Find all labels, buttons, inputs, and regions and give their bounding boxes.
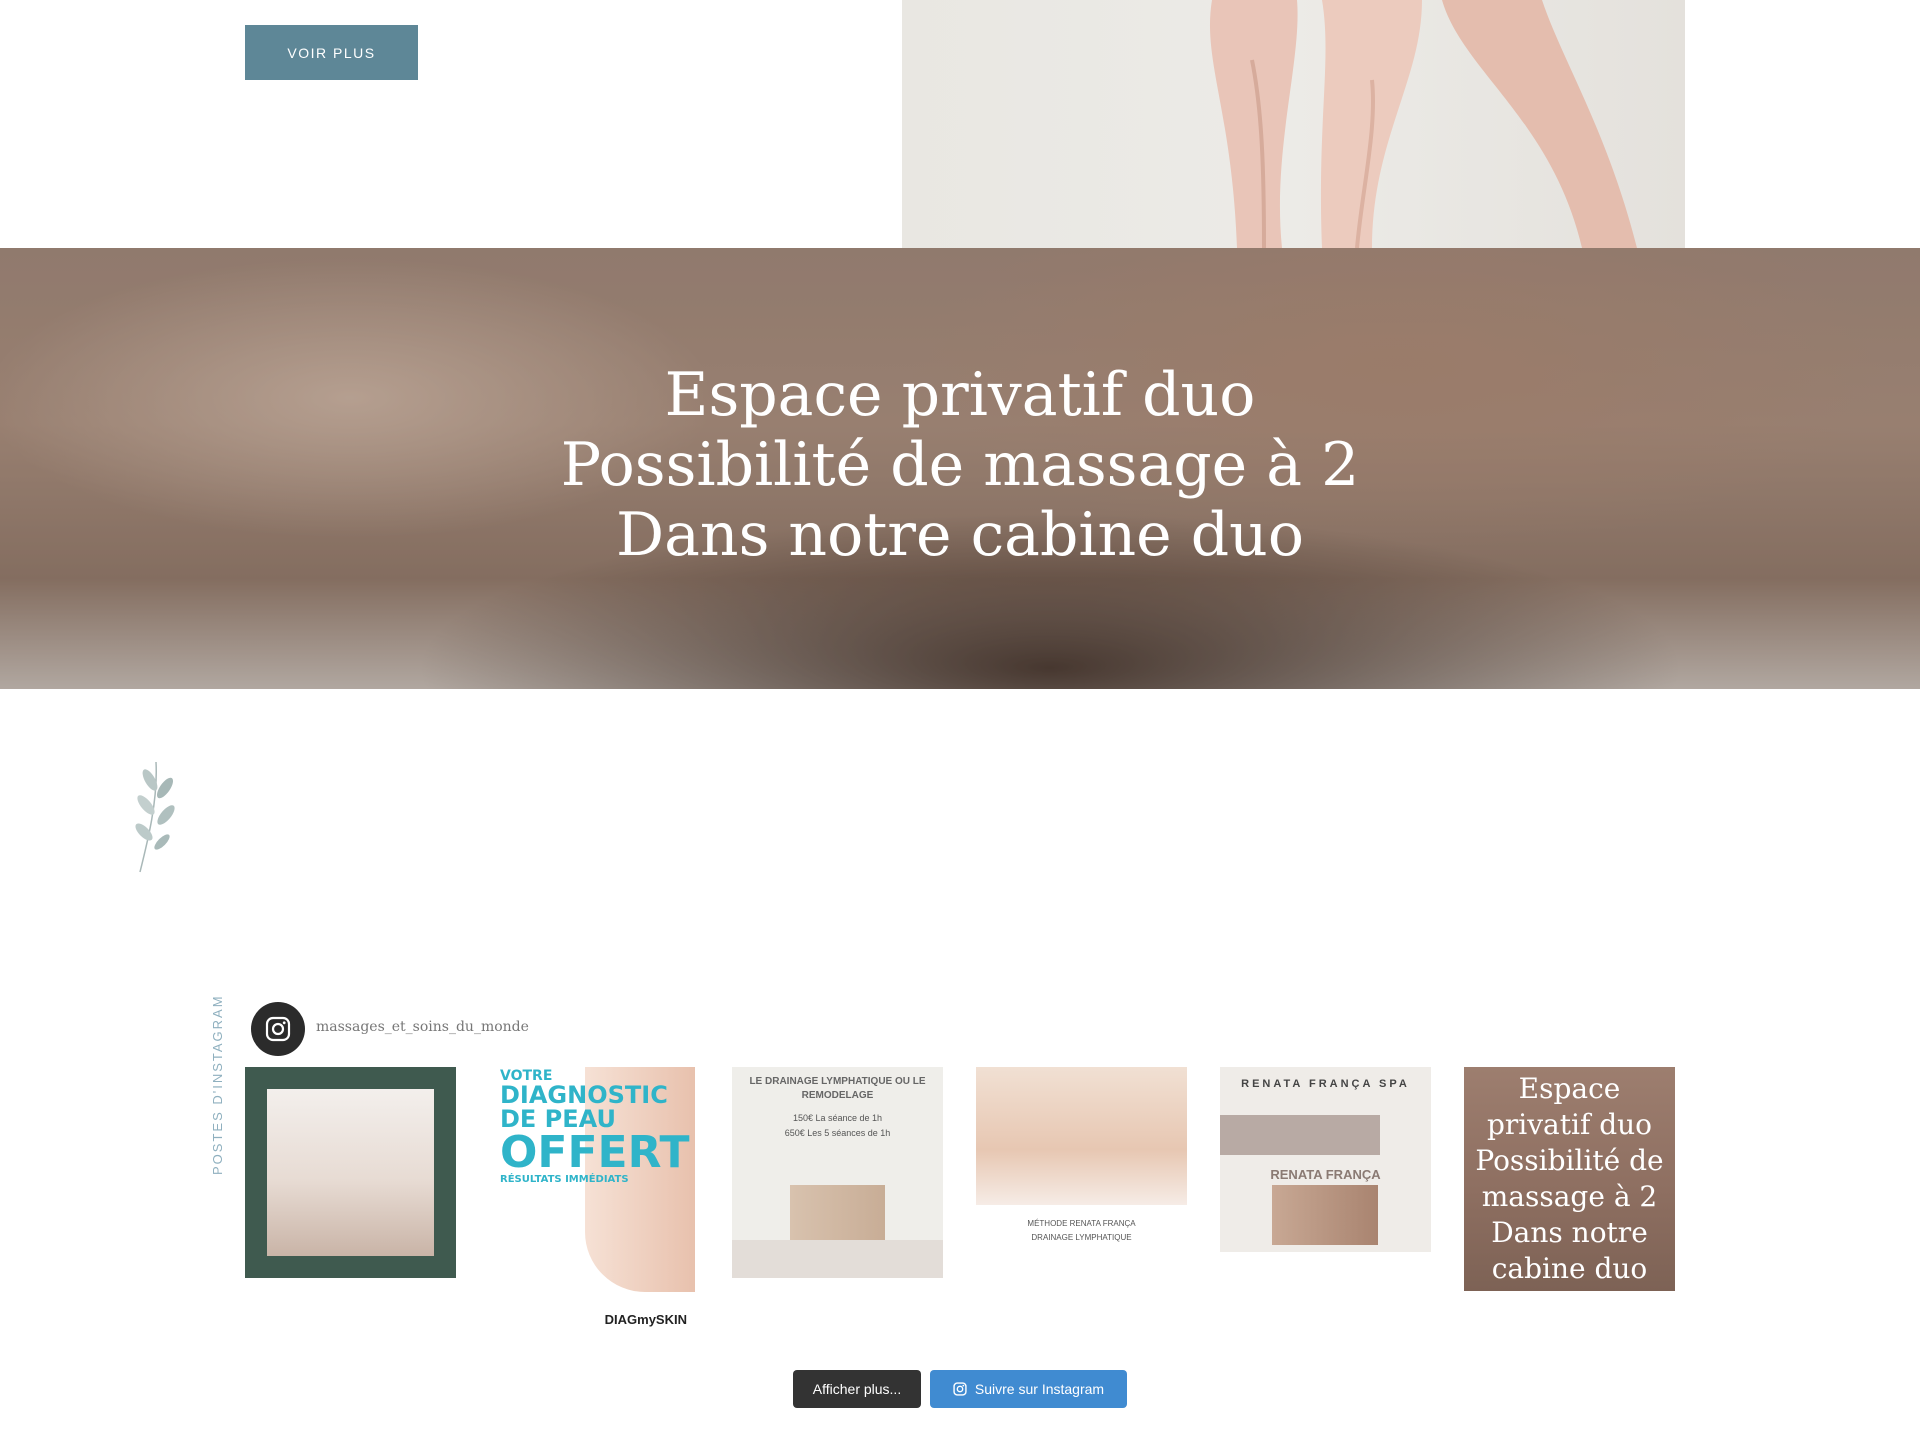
instagram-icon	[953, 1382, 967, 1396]
instagram-post-1[interactable]	[245, 1067, 456, 1278]
legs-illustration	[1209, 0, 1637, 248]
instagram-post-3[interactable]: LE DRAINAGE LYMPHATIQUE OU LE REMODELAGE…	[732, 1067, 943, 1278]
post-3-prices: 150€ La séance de 1h 650€ Les 5 séances …	[784, 1113, 891, 1138]
post-4-caption: MÉTHODE RENATA FRANÇA DRAINAGE LYMPHATIQ…	[1027, 1219, 1136, 1242]
post-4-image	[976, 1067, 1187, 1205]
post-5-image	[1272, 1185, 1378, 1245]
post-5-title: RENATA FRANÇA SPA	[1241, 1078, 1410, 1090]
instagram-post-4[interactable]: MÉTHODE RENATA FRANÇA DRAINAGE LYMPHATIQ…	[976, 1067, 1187, 1285]
instagram-username[interactable]: massages_et_soins_du_monde	[316, 1019, 529, 1035]
post-5-band	[1220, 1115, 1380, 1155]
instagram-post-5[interactable]: RENATA FRANÇA SPA RENATA FRANÇA	[1220, 1067, 1431, 1252]
instagram-icon	[265, 1016, 291, 1042]
legs-photo	[902, 0, 1685, 248]
post-2-text: VOTRE DIAGNOSTIC DE PEAU OFFERT RÉSULTAT…	[500, 1068, 690, 1185]
hero-banner: Espace privatif duo Possibilité de massa…	[0, 248, 1920, 689]
instagram-post-6[interactable]: Espace privatif duo Possibilité de massa…	[1464, 1067, 1675, 1291]
post-3-title: LE DRAINAGE LYMPHATIQUE OU LE REMODELAGE	[749, 1076, 926, 1101]
post-3-image	[790, 1185, 885, 1245]
follow-instagram-button[interactable]: Suivre sur Instagram	[930, 1370, 1127, 1408]
hero-title: Espace privatif duo Possibilité de massa…	[560, 360, 1360, 570]
post-6-text: Espace privatif duo Possibilité de massa…	[1475, 1072, 1664, 1285]
post-1-image	[267, 1089, 434, 1256]
post-3-footer	[732, 1240, 943, 1278]
post-2-brand: DIAGmySKIN	[604, 1312, 687, 1327]
load-more-button[interactable]: Afficher plus...	[793, 1370, 921, 1408]
post-5-name: RENATA FRANÇA	[1270, 1167, 1381, 1182]
instagram-section-label: POSTES D'INSTAGRAM	[210, 994, 225, 1175]
leaf-icon	[128, 760, 188, 875]
follow-instagram-label: Suivre sur Instagram	[974, 1381, 1105, 1397]
instagram-avatar[interactable]	[251, 1002, 305, 1056]
instagram-post-2[interactable]: VOTRE DIAGNOSTIC DE PEAU OFFERT RÉSULTAT…	[494, 1067, 695, 1331]
voir-plus-button[interactable]: VOIR PLUS	[245, 25, 418, 80]
